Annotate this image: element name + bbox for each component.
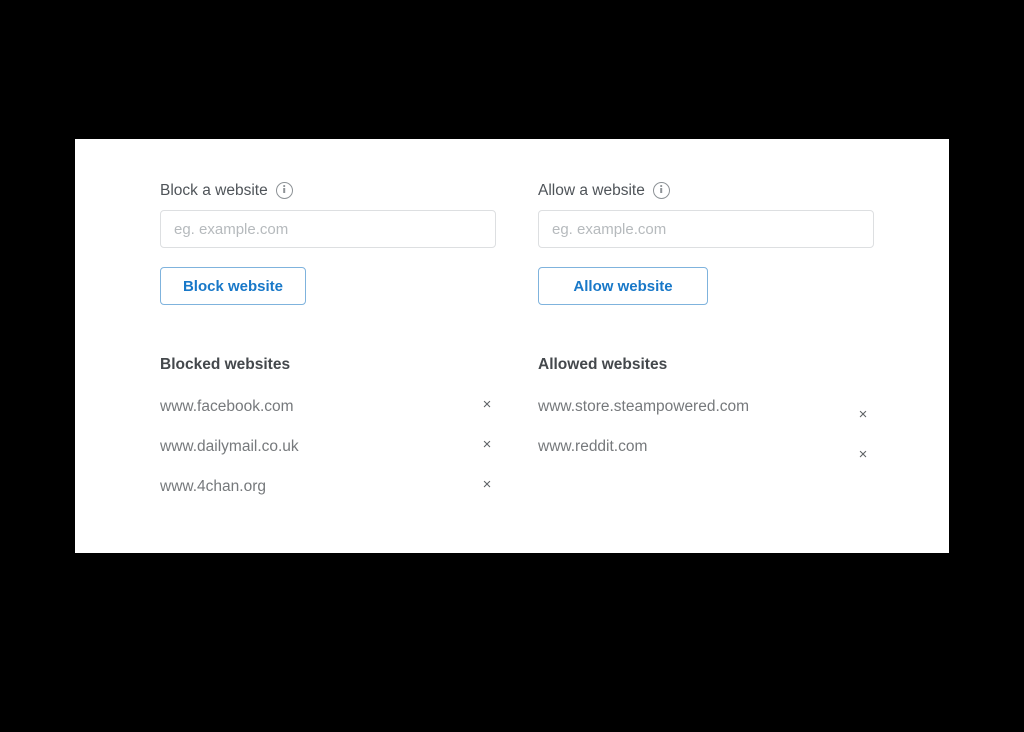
- close-icon[interactable]: ×: [854, 446, 872, 464]
- site-name: www.reddit.com: [538, 438, 648, 455]
- block-website-label: Block a website: [160, 182, 293, 199]
- close-icon[interactable]: ×: [854, 406, 872, 424]
- blocked-websites-list: www.facebook.com × www.dailymail.co.uk ×…: [160, 395, 505, 515]
- blocked-websites-heading: Blocked websites: [160, 356, 291, 373]
- allow-website-label-text: Allow a website: [538, 181, 645, 199]
- block-website-button[interactable]: Block website: [160, 267, 306, 305]
- list-item: www.store.steampowered.com ×: [538, 395, 883, 435]
- list-item: www.4chan.org ×: [160, 475, 505, 515]
- allow-website-label: Allow a website: [538, 182, 670, 199]
- list-item: www.reddit.com ×: [538, 435, 883, 475]
- site-name: www.dailymail.co.uk: [160, 438, 299, 455]
- info-circle-icon[interactable]: [275, 182, 293, 199]
- site-name: www.4chan.org: [160, 478, 266, 495]
- site-name: www.store.steampowered.com: [538, 398, 750, 415]
- list-item: www.dailymail.co.uk ×: [160, 435, 505, 475]
- block-website-label-text: Block a website: [160, 181, 268, 199]
- allowed-websites-heading: Allowed websites: [538, 356, 668, 373]
- close-icon[interactable]: ×: [478, 396, 496, 414]
- allowed-websites-list: www.store.steampowered.com × www.reddit.…: [538, 395, 883, 475]
- site-name: www.facebook.com: [160, 398, 294, 415]
- close-icon[interactable]: ×: [478, 476, 496, 494]
- website-filter-panel: Block a website Block website Blocked we…: [75, 139, 949, 553]
- allow-website-input[interactable]: [538, 210, 874, 248]
- allow-website-button[interactable]: Allow website: [538, 267, 708, 305]
- block-website-input[interactable]: [160, 210, 496, 248]
- screen-backdrop: Block a website Block website Blocked we…: [0, 0, 1024, 732]
- info-circle-icon[interactable]: [652, 182, 670, 199]
- list-item: www.facebook.com ×: [160, 395, 505, 435]
- close-icon[interactable]: ×: [478, 436, 496, 454]
